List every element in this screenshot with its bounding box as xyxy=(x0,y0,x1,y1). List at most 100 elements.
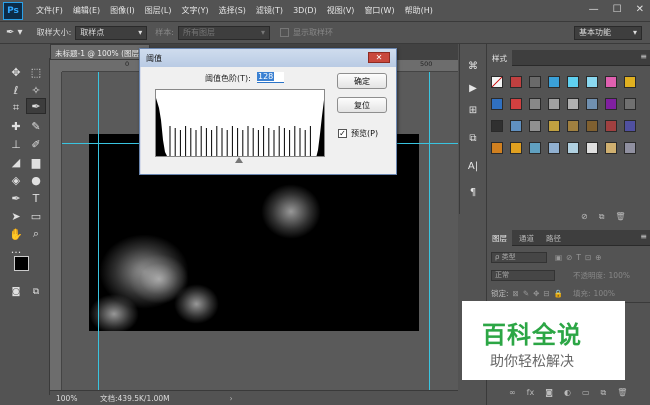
sample-size-select[interactable]: 取样点 ▾ xyxy=(75,25,148,40)
style-swatch[interactable] xyxy=(586,120,598,132)
menu-view[interactable]: 视图(V) xyxy=(327,5,355,16)
type-tool-icon[interactable]: T xyxy=(26,190,46,206)
style-swatch[interactable] xyxy=(567,76,579,88)
style-swatch[interactable] xyxy=(491,142,503,154)
healing-brush-tool-icon[interactable]: ✚ xyxy=(6,118,26,134)
style-swatch[interactable] xyxy=(586,98,598,110)
close-window-button[interactable]: ✕ xyxy=(636,4,644,15)
add-mask-icon[interactable]: ◙ xyxy=(545,388,553,398)
style-swatch[interactable] xyxy=(567,142,579,154)
zoom-level[interactable]: 100% xyxy=(50,394,90,403)
ok-button[interactable]: 确定 xyxy=(337,73,387,89)
link-layers-icon[interactable]: ∞ xyxy=(509,388,516,398)
style-swatch[interactable] xyxy=(605,76,617,88)
panel-menu-icon[interactable]: ≡ xyxy=(640,232,647,241)
close-icon[interactable]: ✕ xyxy=(368,52,390,63)
shape-tool-icon[interactable]: ▭ xyxy=(26,208,46,224)
show-ring-checkbox[interactable] xyxy=(279,28,289,37)
character-icon[interactable]: A| xyxy=(464,158,482,174)
opacity-value[interactable]: 100% xyxy=(609,271,630,280)
new-style-icon[interactable]: ⧉ xyxy=(599,212,605,222)
style-swatch[interactable] xyxy=(567,120,579,132)
layer-kind-select[interactable]: ρ 类型 xyxy=(491,251,547,263)
lock-icons[interactable]: ⊠✎✥⊟🔒 xyxy=(513,289,567,298)
lasso-tool-icon[interactable]: ℓ xyxy=(6,82,26,98)
style-swatch[interactable] xyxy=(548,142,560,154)
tab-styles[interactable]: 样式 xyxy=(487,50,512,66)
threshold-slider-handle[interactable] xyxy=(235,157,243,163)
foreground-color-swatch[interactable] xyxy=(14,256,29,271)
tab-channels[interactable]: 通道 xyxy=(514,230,539,246)
path-selection-tool-icon[interactable]: ➤ xyxy=(6,208,26,224)
zoom-tool-icon[interactable]: ⌕ xyxy=(26,226,46,242)
style-swatch[interactable] xyxy=(510,120,522,132)
new-layer-icon[interactable]: ⧉ xyxy=(601,388,607,398)
style-swatch[interactable] xyxy=(586,142,598,154)
menu-type[interactable]: 文字(Y) xyxy=(181,5,208,16)
style-swatch[interactable] xyxy=(548,76,560,88)
delete-style-icon[interactable]: 🗑 xyxy=(615,212,625,222)
actions-play-icon[interactable]: ▶ xyxy=(464,80,482,96)
menu-edit[interactable]: 编辑(E) xyxy=(73,5,100,16)
workspace-select[interactable]: 基本功能 ▾ xyxy=(574,25,642,40)
clear-style-icon[interactable]: ⊘ xyxy=(581,212,588,222)
history-icon[interactable]: ⌘ xyxy=(464,58,482,74)
blur-tool-icon[interactable]: ◈ xyxy=(6,172,26,188)
maximize-button[interactable]: ☐ xyxy=(613,4,622,15)
document-tab[interactable]: 未标题-1 @ 100% (图层 xyxy=(50,44,150,60)
style-swatch[interactable] xyxy=(529,98,541,110)
vertical-ruler[interactable] xyxy=(50,72,62,390)
style-swatch[interactable] xyxy=(605,142,617,154)
style-swatch[interactable] xyxy=(548,98,560,110)
menu-help[interactable]: 帮助(H) xyxy=(405,5,433,16)
magic-wand-tool-icon[interactable]: ✧ xyxy=(26,82,46,98)
dodge-tool-icon[interactable]: ● xyxy=(26,172,46,188)
eyedropper-icon[interactable]: ✒ ▾ xyxy=(6,27,23,38)
style-swatch[interactable] xyxy=(567,98,579,110)
vertical-guide[interactable] xyxy=(98,72,99,390)
style-swatch[interactable] xyxy=(510,98,522,110)
hand-tool-icon[interactable]: ✋ xyxy=(6,226,26,242)
style-swatch[interactable] xyxy=(529,76,541,88)
menu-file[interactable]: 文件(F) xyxy=(36,5,63,16)
preview-checkbox[interactable]: ✓ xyxy=(338,129,347,138)
chevron-right-icon[interactable]: › xyxy=(230,394,233,403)
fill-value[interactable]: 100% xyxy=(594,289,615,298)
threshold-level-input[interactable]: 128 xyxy=(257,72,284,83)
move-tool-icon[interactable]: ✥ xyxy=(6,64,26,80)
clone-source-icon[interactable]: ⧉ xyxy=(464,130,482,146)
style-swatch[interactable] xyxy=(605,120,617,132)
tab-paths[interactable]: 路径 xyxy=(541,230,566,246)
tab-layers[interactable]: 图层 xyxy=(487,230,512,246)
delete-layer-icon[interactable]: 🗑 xyxy=(617,388,627,398)
brush-tool-icon[interactable]: ✎ xyxy=(26,118,46,134)
style-swatch[interactable] xyxy=(510,76,522,88)
style-swatch[interactable] xyxy=(510,142,522,154)
menu-filter[interactable]: 滤镜(T) xyxy=(256,5,283,16)
crop-tool-icon[interactable]: ⌗ xyxy=(6,100,26,116)
screen-mode-icon[interactable]: ⧉ xyxy=(26,284,46,300)
style-swatch[interactable] xyxy=(548,120,560,132)
properties-icon[interactable]: ⊞ xyxy=(464,102,482,118)
style-swatch[interactable] xyxy=(605,98,617,110)
style-swatch[interactable] xyxy=(491,120,503,132)
style-swatch[interactable] xyxy=(624,98,636,110)
style-swatch[interactable] xyxy=(586,76,598,88)
menu-select[interactable]: 选择(S) xyxy=(219,5,246,16)
fx-icon[interactable]: fx xyxy=(527,388,535,398)
style-swatch[interactable] xyxy=(624,76,636,88)
menu-image[interactable]: 图像(I) xyxy=(110,5,135,16)
paragraph-icon[interactable]: ¶ xyxy=(464,184,482,200)
new-group-icon[interactable]: ▭ xyxy=(582,388,590,398)
style-swatch[interactable] xyxy=(491,98,503,110)
marquee-tool-icon[interactable]: ⬚ xyxy=(26,64,46,80)
layer-filter-icons[interactable]: ▣⊘T⊡⊕ xyxy=(555,253,606,262)
panel-menu-icon[interactable]: ≡ xyxy=(640,52,647,61)
style-swatch[interactable] xyxy=(624,120,636,132)
vertical-guide[interactable] xyxy=(429,72,430,390)
history-brush-tool-icon[interactable]: ✐ xyxy=(26,136,46,152)
sample-select[interactable]: 所有图层 ▾ xyxy=(177,25,270,40)
quick-mask-icon[interactable]: ◙ xyxy=(6,284,26,300)
menu-window[interactable]: 窗口(W) xyxy=(364,5,394,16)
eyedropper-tool-icon[interactable]: ✒ xyxy=(26,98,46,114)
